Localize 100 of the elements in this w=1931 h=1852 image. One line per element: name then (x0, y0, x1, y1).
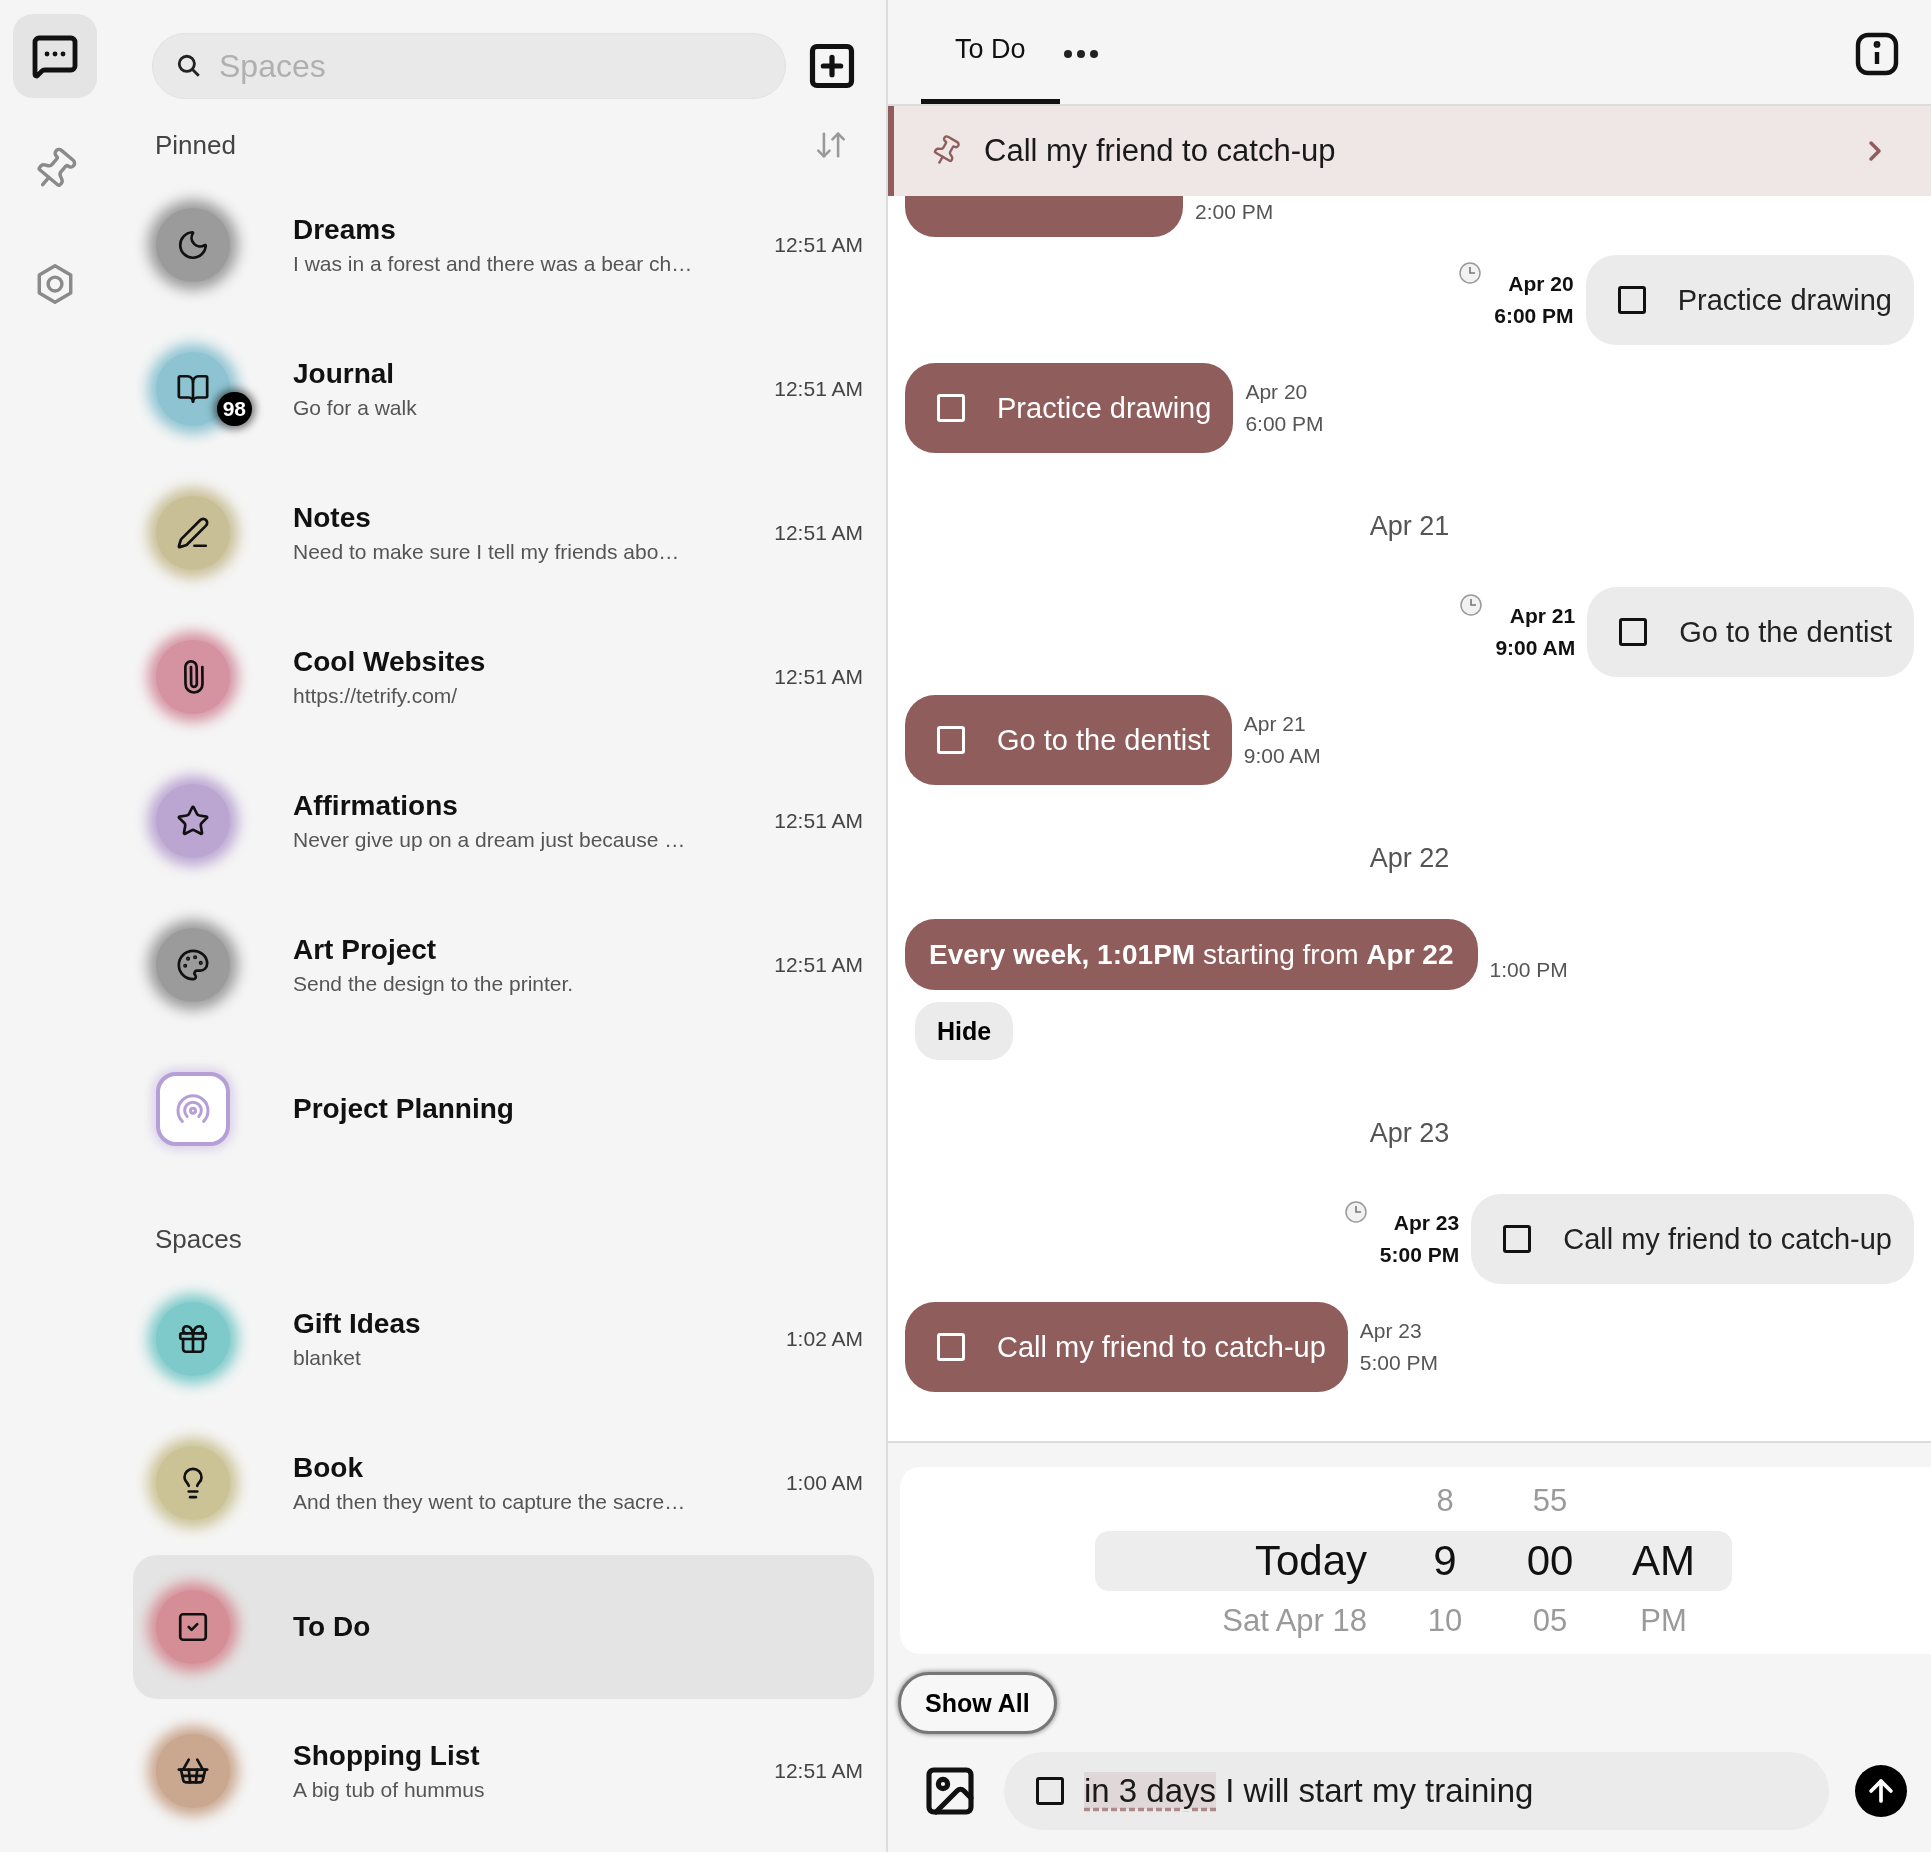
space-time: 1:00 AM (785, 1471, 863, 1495)
space-item[interactable]: Art Project Send the design to the printer. 12:51 AM (133, 893, 874, 1037)
time-picker[interactable]: 8 55 Today 9 00 AM Sat Apr 18 10 05 PM (900, 1467, 1931, 1654)
space-title: Gift Ideas (293, 1308, 422, 1340)
space-time: 12:51 AM (774, 521, 863, 545)
space-preview: A big tub of hummus (293, 1778, 486, 1802)
book-icon (176, 372, 210, 406)
clock-icon (1343, 1200, 1368, 1224)
picker-minute: 00 (1526, 1536, 1574, 1584)
checkbox[interactable] (1503, 1225, 1532, 1253)
space-time: 12:51 AM (774, 377, 863, 401)
section-label: Pinned (155, 129, 236, 161)
task-text: Go to the dentist (1679, 615, 1892, 649)
picker-period: AM (1632, 1536, 1695, 1584)
checkbox[interactable] (1036, 1777, 1064, 1805)
space-title: Cool Websites (293, 646, 487, 678)
send-button[interactable] (1855, 1765, 1907, 1817)
section-label: Spaces (155, 1223, 242, 1255)
pen-icon (176, 516, 210, 550)
space-time: 12:51 AM (774, 953, 863, 977)
message-bubble[interactable]: Go to the dentist (1587, 587, 1914, 677)
space-title: Notes (293, 502, 372, 534)
space-item[interactable]: Cool Websites https://tetrify.com/ 12:51 AM (133, 605, 874, 749)
space-preview: Go for a walk (293, 396, 418, 420)
space-item[interactable]: Affirmations Never give up on a dream just because … 12:51 AM (133, 749, 874, 893)
message-bubble[interactable]: Practice drawing (905, 363, 1234, 453)
picker-period: PM (1640, 1602, 1687, 1638)
task-text: Practice drawing (997, 391, 1212, 425)
message-time: Apr 21 9:00 AM (1495, 603, 1576, 661)
picker-hour: 9 (1433, 1536, 1457, 1584)
palette-icon (176, 948, 210, 982)
picker-minute: 55 (1532, 1482, 1568, 1518)
space-title: Dreams (293, 214, 397, 246)
space-time: 12:51 AM (774, 233, 863, 257)
space-time: 12:51 AM (774, 665, 863, 689)
message-bubble[interactable]: Practice drawing (1585, 255, 1914, 345)
gift-icon (176, 1322, 210, 1356)
space-title: Project Planning (293, 1093, 515, 1125)
message-time: 2:00 PM (1195, 199, 1274, 225)
message-bubble[interactable]: Call my friend to catch-up (905, 1302, 1348, 1392)
space-preview: blanket (293, 1346, 362, 1370)
message-input[interactable]: in 3 days I will start my training (1004, 1752, 1829, 1830)
space-title: Affirmations (293, 790, 459, 822)
unread-badge: 98 (216, 392, 252, 426)
space-preview: And then they went to capture the sacre… (293, 1490, 687, 1514)
nav-button[interactable] (13, 14, 97, 98)
recurrence-message: Every week, 1:01PM starting from Apr 22 (905, 919, 1478, 990)
picker-minute: 05 (1532, 1602, 1568, 1638)
checkbox-icon (176, 1610, 210, 1644)
picker-hour: 8 (1436, 1482, 1454, 1518)
checkbox[interactable] (1619, 618, 1648, 646)
space-title: To Do (293, 1611, 372, 1643)
space-item[interactable]: Gift Ideas blanket 1:02 AM (133, 1267, 874, 1411)
message-bubble[interactable]: Call my friend to catch-up (1471, 1194, 1914, 1284)
search-field[interactable]: Spaces (152, 33, 786, 99)
space-item[interactable]: Notes Need to make sure I tell my friends abo… 12:51 AM (133, 461, 874, 605)
search-icon (176, 53, 202, 79)
show-all-button[interactable]: Show All (898, 1672, 1057, 1734)
space-title: Art Project (293, 934, 438, 966)
space-item[interactable]: Project Planning (133, 1037, 874, 1181)
space-time: 12:51 AM (774, 809, 863, 833)
space-item[interactable]: Dreams I was in a forest and there was a bear ch… 12:51 AM (133, 173, 874, 317)
message-time: Apr 20 6:00 PM (1245, 379, 1324, 437)
space-time: 1:02 AM (785, 1327, 863, 1351)
task-text: Call my friend to catch-up (997, 1330, 1326, 1364)
message-bubble[interactable]: Go to the dentist (905, 695, 1232, 785)
task-text: Go to the dentist (997, 723, 1210, 757)
message-time: Apr 23 5:00 PM (1379, 1210, 1460, 1268)
space-item[interactable]: 98 Journal Go for a walk 12:51 AM (133, 317, 874, 461)
space-preview: Never give up on a dream just because … (293, 828, 687, 852)
space-preview: Send the design to the printer. (293, 972, 575, 996)
date-separator: Apr 21 (1368, 510, 1451, 543)
space-preview: Need to make sure I tell my friends abo… (293, 540, 681, 564)
space-preview: https://tetrify.com/ (293, 684, 459, 708)
space-title: Shopping List (293, 1740, 481, 1772)
space-title: Book (293, 1452, 364, 1484)
pinned-banner[interactable]: Call my friend to catch-up (888, 106, 1931, 196)
moon-icon (176, 228, 210, 262)
task-text: Practice drawing (1677, 283, 1892, 317)
message-time: Apr 21 9:00 AM (1243, 711, 1321, 769)
star-icon (176, 804, 210, 838)
checkbox[interactable] (1617, 286, 1646, 314)
message-time: Apr 23 5:00 PM (1359, 1318, 1439, 1376)
date-separator: Apr 22 (1368, 842, 1451, 875)
picker-day: Today (1254, 1536, 1367, 1584)
picker-day: Sat Apr 18 (1222, 1602, 1367, 1638)
clock-icon (1458, 261, 1483, 285)
picker-hour: 10 (1427, 1602, 1463, 1638)
hide-button[interactable]: Hide (915, 1002, 1014, 1060)
space-item[interactable]: To Do (133, 1555, 874, 1699)
clock-icon (1459, 593, 1484, 617)
space-item[interactable]: Shopping List A big tub of hummus 12:51 AM (133, 1699, 874, 1843)
message-time: 1:00 PM (1489, 957, 1568, 983)
space-preview: I was in a forest and there was a bear ch… (293, 252, 694, 276)
pinned-text: Call my friend to catch-up (984, 133, 1337, 169)
message-time: Apr 20 6:00 PM (1494, 271, 1574, 329)
space-item[interactable]: Book And then they went to capture the sacre… 1:00 AM (133, 1411, 874, 1555)
date-separator: Apr 23 (1368, 1117, 1451, 1150)
task-text: Call my friend to catch-up (1563, 1222, 1892, 1256)
space-title: Journal (293, 358, 396, 390)
